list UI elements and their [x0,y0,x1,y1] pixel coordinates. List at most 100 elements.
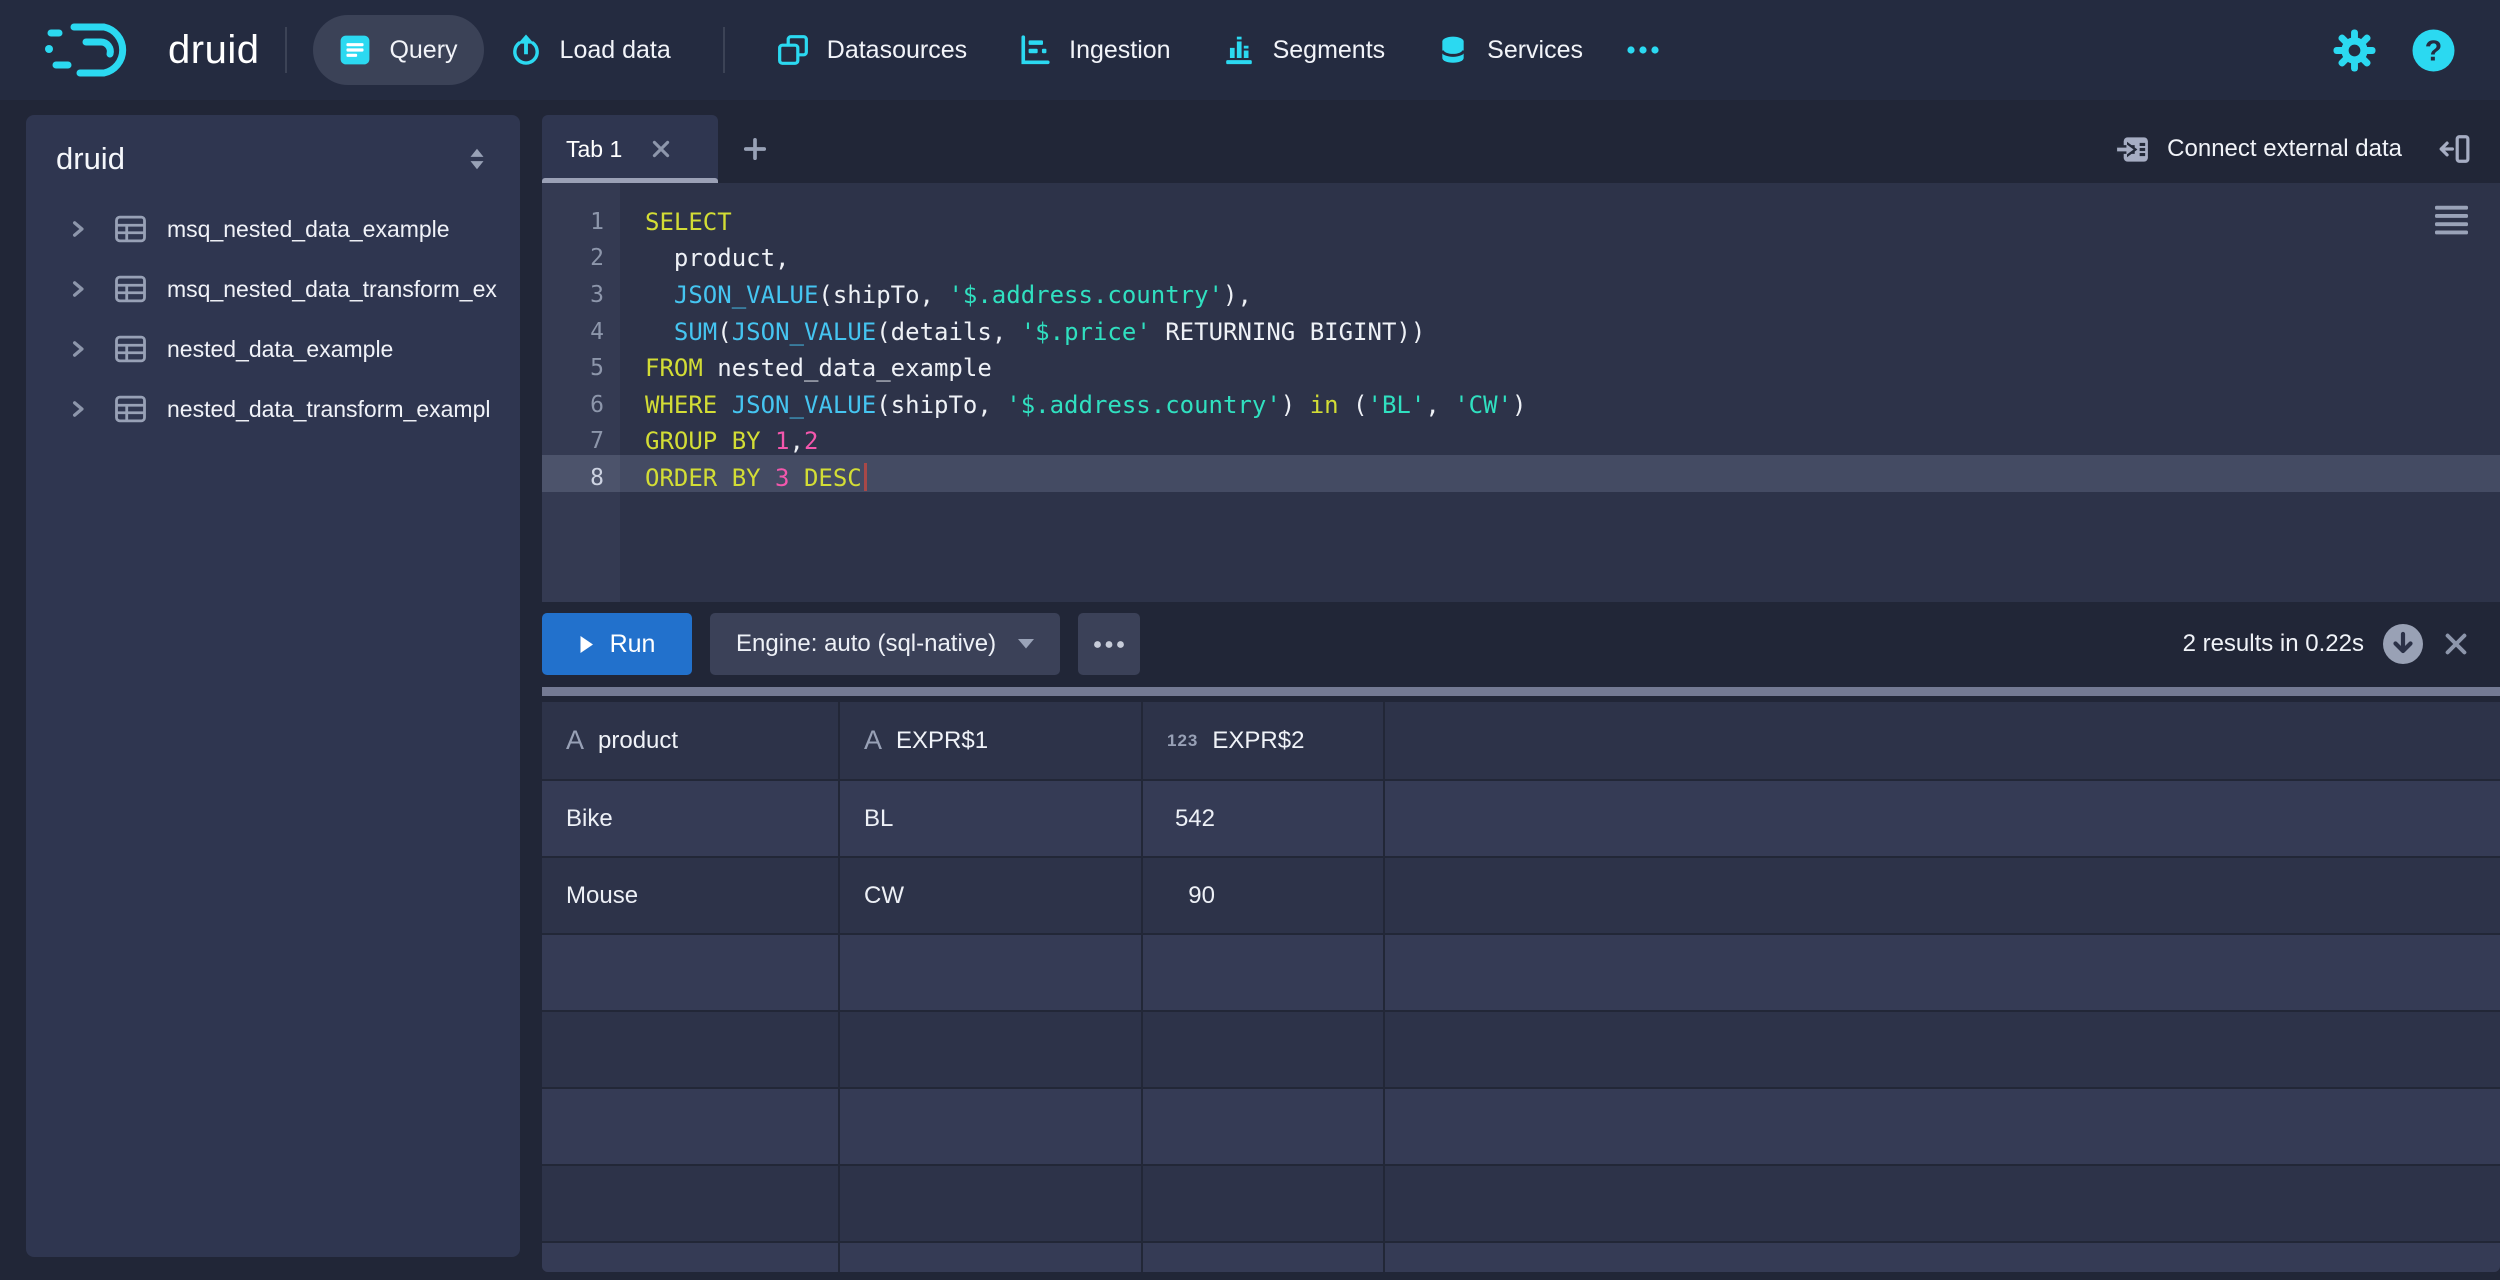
engine-label: Engine: auto (sql-native) [736,630,996,658]
nav-item-label: Segments [1273,36,1386,65]
nav-item-segments[interactable]: Segments [1197,15,1412,85]
load-data-icon [510,34,542,66]
segments-icon [1223,34,1255,66]
data-in-icon-wrap [2116,133,2149,166]
close-icon [2442,630,2470,658]
line-number: 5 [542,350,620,387]
column-header-expr-1[interactable]: AEXPR$1 [840,702,1143,781]
column-header-expr-2[interactable]: 123 EXPR$2 [1143,702,1385,781]
tree-item-msq-nested-data-transform-ex[interactable]: msq_nested_data_transform_ex [26,259,520,319]
nav-item-datasources[interactable]: Datasources [751,15,993,85]
table-empty-cell [1143,935,1385,1012]
table-empty-cell [1143,1166,1385,1243]
sort-button[interactable] [464,145,490,173]
panel-splitter[interactable] [542,687,2500,696]
download-results-button[interactable] [2382,623,2424,665]
chevron-right-icon [68,279,88,299]
nav-item-query[interactable]: Query [313,15,483,85]
tree-item-nested-data-transform-exampl[interactable]: nested_data_transform_exampl [26,379,520,439]
table-cell[interactable]: Mouse [542,858,840,935]
nav-divider [285,27,287,73]
text-cursor [864,463,867,491]
table-empty-row [542,1243,2500,1272]
play-icon-wrap [579,635,594,654]
svg-text:?: ? [2425,35,2442,67]
run-button[interactable]: Run [542,613,692,675]
table-icon [114,215,147,243]
tree-item-msq-nested-data-example[interactable]: msq_nested_data_example [26,199,520,259]
editor-menu-button[interactable] [2435,205,2468,235]
table-cell[interactable]: CW [840,858,1143,935]
nav-divider [723,27,725,73]
tab-close-button[interactable] [650,138,672,160]
table-empty-cell [1143,1089,1385,1166]
tree-item-nested-data-example[interactable]: nested_data_example [26,319,520,379]
nav-items: Query Load data Datasources Ingestion Segmen… [313,15,1609,85]
data-in-icon [2116,133,2149,166]
column-header-label: EXPR$2 [1212,727,1304,755]
settings-button[interactable] [2332,28,2377,73]
nav-item-load-data[interactable]: Load data [484,15,697,85]
details-panel-toggle-button[interactable] [2438,133,2470,165]
datasources-icon [777,34,809,66]
line-number: 6 [542,387,620,424]
settings-gear-icon [2332,28,2377,73]
tab-tab-1[interactable]: Tab 1 [542,115,718,183]
connect-external-data-label: Connect external data [2167,135,2402,163]
nav-item-ingestion[interactable]: Ingestion [993,15,1196,85]
help-icon: ? [2411,28,2456,73]
table-filler-cell [1385,935,2500,1012]
numeric-type-icon: 123 [1167,731,1198,751]
engine-select-button[interactable]: Engine: auto (sql-native) [710,613,1060,675]
table-empty-cell [840,935,1143,1012]
table-header-row: AproductAEXPR$1 123 EXPR$2 [542,702,2500,781]
table-filler-cell [1385,781,2500,858]
run-button-label: Run [610,630,656,659]
table-cell[interactable]: Bike [542,781,840,858]
code-line-6: WHERE JSON_VALUE(shipTo, '$.address.coun… [620,387,2500,424]
more-gray-icon [1093,640,1125,649]
table-empty-cell [542,1012,840,1089]
tree-item-label: nested_data_transform_exampl [167,396,490,423]
tree-item-label: msq_nested_data_transform_ex [167,276,497,303]
cell-value: CW [864,882,904,910]
ingestion-icon [1019,34,1051,66]
column-header-product[interactable]: Aproduct [542,702,840,781]
code-line-1: SELECT [620,204,2500,241]
table-empty-cell [1143,1012,1385,1089]
druid-logo[interactable]: druid [44,19,259,81]
add-tab-button[interactable] [742,136,768,162]
caret-down-icon-wrap [1018,639,1034,649]
string-type-icon: A [864,725,882,756]
nav-overflow-button[interactable] [1609,15,1677,85]
table-cell[interactable]: BL [840,781,1143,858]
services-icon [1437,34,1469,66]
panel-door-icon [2438,133,2470,165]
table-icon [114,275,147,303]
code-line-4: SUM(JSON_VALUE(details, '$.price' RETURN… [620,314,2500,351]
nav-item-services[interactable]: Services [1411,15,1609,85]
tabrow-right: Connect external data [2116,115,2500,183]
nav-item-label: Datasources [827,36,967,65]
table-empty-row [542,935,2500,1012]
help-button[interactable]: ? [2411,28,2456,73]
close-results-button[interactable] [2442,630,2470,658]
connect-external-data-button[interactable]: Connect external data [2116,133,2402,166]
menu-icon [2435,205,2468,235]
code-line-5: FROM nested_data_example [620,350,2500,387]
table-empty-row [542,1012,2500,1089]
table-cell[interactable]: 542 [1143,781,1385,858]
table-cell[interactable]: 90 [1143,858,1385,935]
nav-item-label: Ingestion [1069,36,1170,65]
sql-editor[interactable]: 1SELECT2 product,3 JSON_VALUE(shipTo, '$… [542,183,2500,602]
nav-item-label: Query [389,36,457,65]
code-line-8: ORDER BY 3 DESC [620,460,2500,497]
code-line-2: product, [620,240,2500,277]
nav-right: ? [2332,28,2456,73]
run-bar: Run Engine: auto (sql-native) 2 results … [542,602,2500,686]
table-filler-cell [1385,1089,2500,1166]
table-empty-cell [1143,1243,1385,1272]
results-status: 2 results in 0.22s [2183,630,2364,658]
run-more-button[interactable] [1078,613,1140,675]
chevron-right-icon [68,399,88,419]
